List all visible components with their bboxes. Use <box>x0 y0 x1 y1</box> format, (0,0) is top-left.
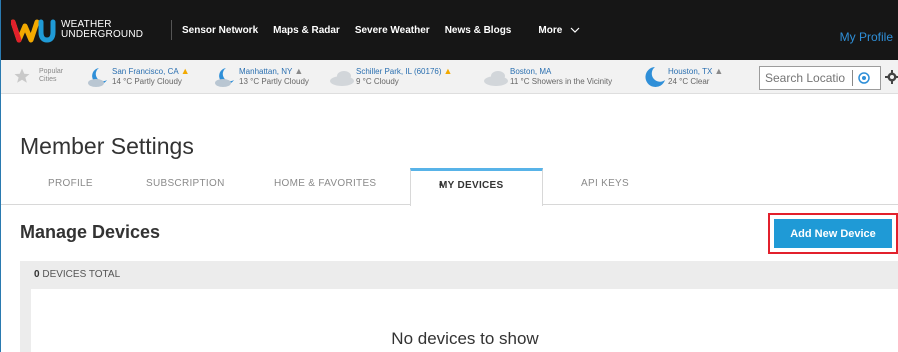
page-title: Member Settings <box>20 133 194 159</box>
city-name: Schiller Park, IL (60176) <box>356 67 442 76</box>
top-nav: WEATHER UNDERGROUND Sensor Network Maps … <box>1 0 898 60</box>
devices-list: No devices to show <box>31 289 898 352</box>
logo-line2: UNDERGROUND <box>61 29 144 40</box>
devices-total: 0 DEVICES TOTAL <box>34 269 120 280</box>
tab-profile[interactable]: PROFILE <box>48 178 93 189</box>
tab-my-devices-label: MY DEVICES <box>439 180 504 191</box>
moon-icon <box>645 67 665 87</box>
tab-home-favorites[interactable]: HOME & FAVORITES <box>274 178 376 189</box>
nav-more-menu[interactable]: More <box>538 25 580 36</box>
city-name: Boston, MA <box>510 67 552 76</box>
partly-cloudy-night-icon <box>215 68 234 87</box>
nav-item-sensor-network[interactable]: Sensor Network <box>182 25 258 36</box>
city-weather: 14 °C Partly Cloudy <box>112 77 182 86</box>
nav-more-label: More <box>538 24 563 36</box>
popular-cities-label: Popular Cities <box>39 68 64 83</box>
wu-logo[interactable]: WEATHER UNDERGROUND <box>11 14 161 46</box>
alert-icon[interactable]: ▲ <box>714 66 723 76</box>
city-name: San Francisco, CA <box>112 67 179 76</box>
add-new-device-button[interactable]: Add New Device <box>774 219 892 248</box>
nav-separator <box>171 20 172 40</box>
devices-panel: 0 DEVICES TOTAL No devices to show <box>20 261 898 352</box>
tab-subscription[interactable]: SUBSCRIPTION <box>146 178 225 189</box>
devices-total-label: DEVICES TOTAL <box>42 269 121 280</box>
city-weather: 24 °C Clear <box>668 77 710 86</box>
add-button-highlight: Add New Device <box>768 213 898 254</box>
alert-icon[interactable]: ▲ <box>444 66 453 76</box>
city-weather: 13 °C Partly Cloudy <box>239 77 309 86</box>
notification-dot: • <box>439 180 443 191</box>
my-profile-link[interactable]: My Profile <box>840 30 893 44</box>
nav-item-news-blogs[interactable]: News & Blogs <box>445 25 512 36</box>
search-location-input[interactable] <box>760 68 852 88</box>
chevron-down-icon <box>570 27 580 33</box>
city-name: Manhattan, NY <box>239 67 293 76</box>
search-location-box <box>759 66 881 90</box>
city-weather: 9 °C Cloudy <box>356 77 399 86</box>
empty-state-message: No devices to show <box>391 329 539 348</box>
nav-item-severe-weather[interactable]: Severe Weather <box>355 25 430 36</box>
locate-icon[interactable] <box>857 71 871 85</box>
alert-icon[interactable]: ▲ <box>294 66 303 76</box>
nav-item-maps-radar[interactable]: Maps & Radar <box>273 25 340 36</box>
wu-logo-icon <box>11 19 56 43</box>
tab-my-devices[interactable]: MY DEVICES • <box>410 168 543 206</box>
star-icon[interactable] <box>13 67 31 85</box>
cloud-icon <box>484 71 508 86</box>
devices-count: 0 <box>34 269 40 280</box>
city-weather: 11 °C Showers in the Vicinity <box>510 77 613 86</box>
settings-tabs: PROFILE SUBSCRIPTION HOME & FAVORITES MY… <box>1 168 898 206</box>
partly-cloudy-night-icon <box>88 68 107 87</box>
gear-icon[interactable] <box>885 70 898 84</box>
city-name: Houston, TX <box>668 67 713 76</box>
section-title: Manage Devices <box>20 222 161 242</box>
alert-icon[interactable]: ▲ <box>181 66 190 76</box>
cloud-icon <box>330 71 354 86</box>
app-frame: WEATHER UNDERGROUND Sensor Network Maps … <box>0 0 898 352</box>
tab-api-keys[interactable]: API KEYS <box>581 178 629 189</box>
search-divider <box>852 70 853 86</box>
